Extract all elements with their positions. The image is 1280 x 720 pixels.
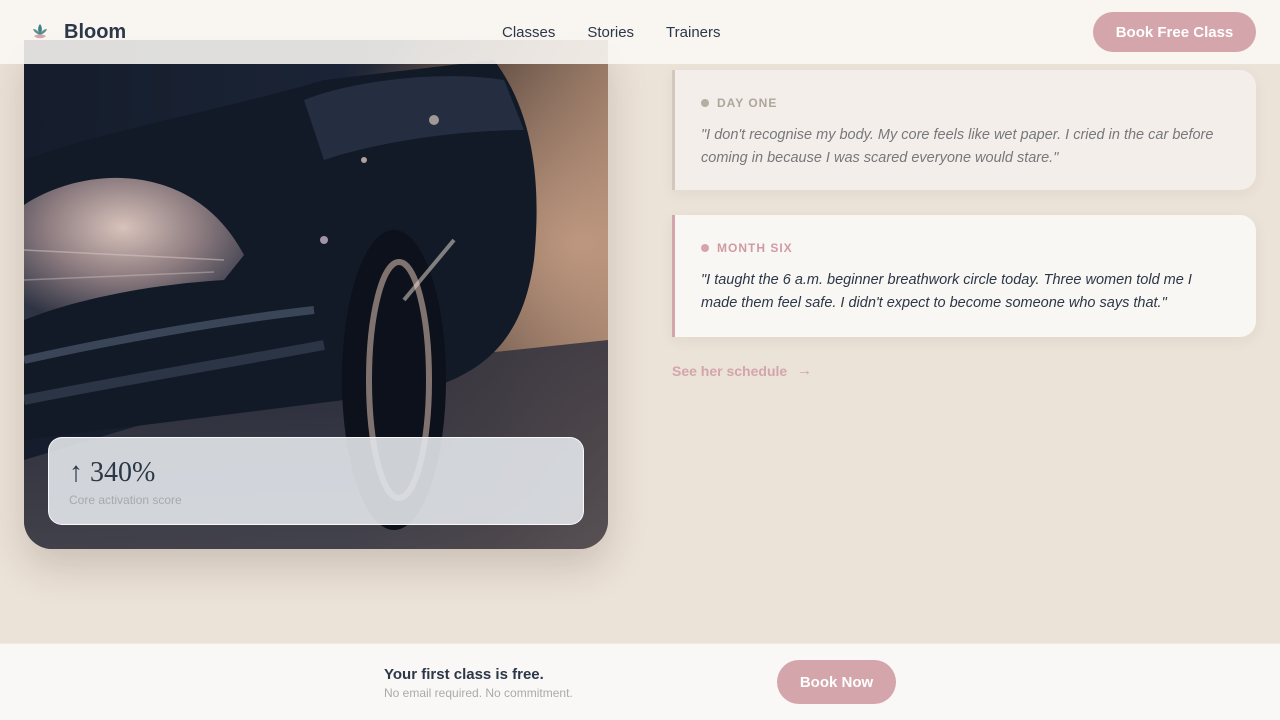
dot-icon — [701, 99, 709, 107]
hero-image-card: ↑ 340% Core activation score — [24, 40, 608, 549]
nav-item-stories[interactable]: Stories — [587, 24, 634, 41]
bottom-bar-subtitle: No email required. No commitment. — [384, 686, 573, 700]
testimonial-tag-label: MONTH SIX — [717, 241, 793, 255]
testimonial-tag-label: DAY ONE — [717, 96, 778, 110]
sticky-bottom-bar: Your first class is free. No email requi… — [0, 643, 1280, 720]
stat-label: Core activation score — [69, 493, 182, 507]
brand-name: Bloom — [64, 20, 127, 43]
nav-item-trainers[interactable]: Trainers — [666, 24, 720, 41]
brand[interactable]: Bloom — [30, 21, 126, 44]
see-schedule-link[interactable]: See her schedule → — [672, 362, 812, 379]
testimonial-tag: MONTH SIX — [701, 241, 1230, 255]
stat-card: ↑ 340% Core activation score — [48, 437, 584, 525]
testimonial-day-one: DAY ONE "I don't recognise my body. My c… — [672, 70, 1256, 190]
main-nav: Classes Stories Trainers — [502, 0, 721, 64]
testimonial-quote: "I don't recognise my body. My core feel… — [701, 127, 1214, 166]
lotus-icon — [33, 24, 47, 39]
dot-icon — [701, 244, 709, 252]
arrow-right-icon: → — [797, 362, 813, 379]
testimonial-tag: DAY ONE — [701, 96, 1230, 110]
testimonial-quote: "I taught the 6 a.m. beginner breathwork… — [701, 272, 1192, 311]
see-schedule-label: See her schedule — [672, 362, 788, 379]
bottom-bar-title: Your first class is free. — [384, 666, 544, 683]
book-free-class-button[interactable]: Book Free Class — [1093, 12, 1256, 52]
nav-item-classes[interactable]: Classes — [502, 24, 555, 41]
book-now-button[interactable]: Book Now — [777, 660, 896, 704]
site-header: Bloom Classes Stories Trainers Book Free… — [0, 0, 1280, 64]
testimonial-month-six: MONTH SIX "I taught the 6 a.m. beginner … — [672, 215, 1256, 337]
stat-value: ↑ 340% — [69, 457, 156, 488]
